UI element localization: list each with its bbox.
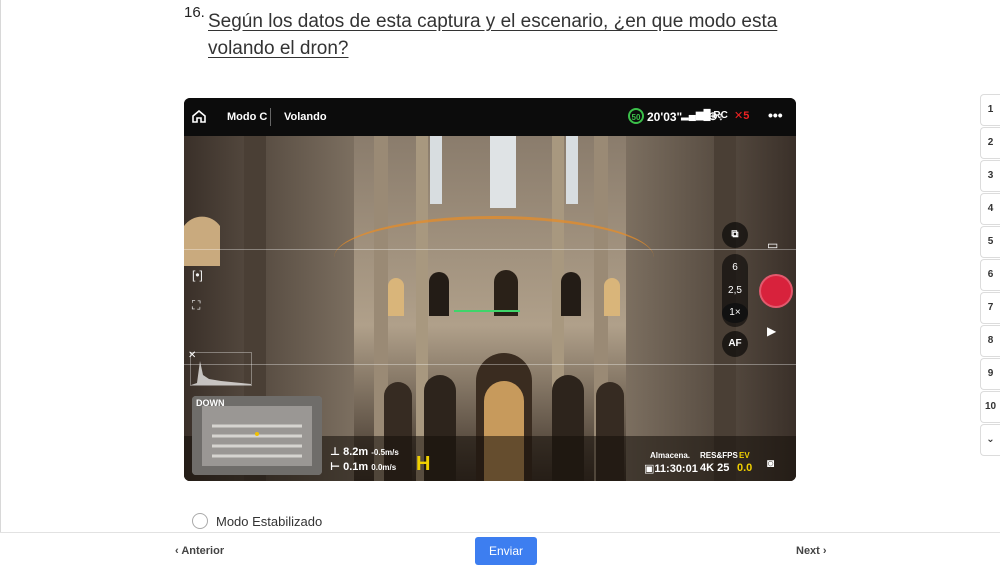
zoom-6[interactable]: 6 — [722, 262, 748, 273]
landing-icon[interactable]: ⛶ — [192, 298, 200, 313]
height-readout: ⊥ 8.2m -0.5m/s — [330, 445, 399, 458]
focus-frame-icon[interactable]: [•] — [192, 268, 203, 282]
pager-item-4[interactable]: 4 — [980, 193, 1000, 225]
autofocus-button[interactable]: AF — [722, 331, 748, 357]
distance-icon: ⊢ — [330, 461, 344, 473]
distance-value: 0.1m — [343, 461, 369, 473]
answer-option-label: Modo Estabilizado — [216, 514, 323, 529]
next-button[interactable]: Next › — [796, 545, 827, 557]
top-bar: Modo C Volando 50 20'03" ▂▄▆█ RC ⊕↕ ✕5 •… — [184, 98, 796, 136]
ev-value: 0.0 — [737, 462, 753, 474]
pager-item-1[interactable]: 1 — [980, 94, 1000, 126]
question-number: 16. — [184, 4, 205, 21]
guide-line — [184, 364, 796, 365]
horizon-line — [184, 249, 796, 250]
playback-icon[interactable]: ▶ — [767, 324, 776, 338]
pager-item-3[interactable]: 3 — [980, 160, 1000, 192]
card-icon[interactable]: ▭ — [767, 238, 778, 252]
submit-button[interactable]: Enviar — [475, 537, 537, 565]
camera-switch-icon[interactable]: ⧉ — [722, 222, 748, 248]
ev-label: EV — [739, 451, 750, 460]
pager-item-7[interactable]: 7 — [980, 292, 1000, 324]
battery-indicator: 50 — [628, 108, 644, 124]
minimap-label: DOWN — [196, 398, 225, 408]
flight-mode[interactable]: Modo C — [227, 111, 267, 123]
storage-label: Almacena. — [650, 451, 691, 460]
res-fps-label: RES&FPS — [700, 451, 738, 460]
home-point-marker: H — [416, 453, 431, 475]
histogram — [190, 352, 252, 386]
distance-readout: ⊢ 0.1m 0.0m/s — [330, 460, 396, 473]
chevron-down-icon[interactable]: ⌄ — [980, 424, 1000, 456]
zoom-1[interactable]: 1× — [722, 303, 748, 323]
pager-item-5[interactable]: 5 — [980, 226, 1000, 258]
pager-item-6[interactable]: 6 — [980, 259, 1000, 291]
home-icon[interactable] — [192, 109, 206, 126]
next-label: Next — [796, 545, 820, 557]
previous-button[interactable]: ‹ Anterior — [175, 545, 224, 557]
res-fps-value: 4K 25 — [700, 462, 730, 474]
flight-time: 20'03" — [647, 110, 683, 124]
question-pager: 1 2 3 4 5 6 7 8 9 10 ⌄ — [980, 94, 1000, 457]
previous-label: Anterior — [181, 545, 225, 557]
flight-state: Volando — [284, 111, 327, 123]
attitude-indicator — [454, 310, 520, 312]
drone-screenshot: Modo C Volando 50 20'03" ▂▄▆█ RC ⊕↕ ✕5 •… — [184, 98, 796, 481]
divider — [270, 108, 271, 126]
camera-settings-icon[interactable]: ◙ — [767, 456, 774, 470]
vertical-speed: -0.5m/s — [371, 448, 399, 457]
pager-item-8[interactable]: 8 — [980, 325, 1000, 357]
question-text: Según los datos de esta captura y el esc… — [208, 11, 778, 59]
height-icon: ⊥ — [330, 446, 344, 458]
gimbal-arc — [334, 216, 654, 299]
camera-count: 5 — [743, 110, 750, 122]
pager-item-2[interactable]: 2 — [980, 127, 1000, 159]
zoom-2-5[interactable]: 2,5 — [722, 285, 748, 296]
page-border — [0, 0, 1, 563]
storage-value: ▣11:30:01 — [644, 463, 698, 475]
answer-radio[interactable] — [192, 513, 208, 529]
pager-item-10[interactable]: 10 — [980, 391, 1000, 423]
storage-time: 11:30:01 — [654, 463, 698, 475]
pager-item-9[interactable]: 9 — [980, 358, 1000, 390]
chevron-right-icon: › — [819, 545, 827, 557]
horizontal-speed: 0.0m/s — [371, 463, 397, 472]
camera-off-icon: ✕5 — [734, 110, 750, 122]
record-button[interactable] — [759, 274, 793, 308]
minimap[interactable]: DOWN — [192, 396, 322, 475]
more-menu-icon[interactable]: ••• — [768, 107, 783, 123]
gps-icon: ⊕↕ — [708, 109, 725, 123]
height-value: 8.2m — [343, 446, 369, 458]
